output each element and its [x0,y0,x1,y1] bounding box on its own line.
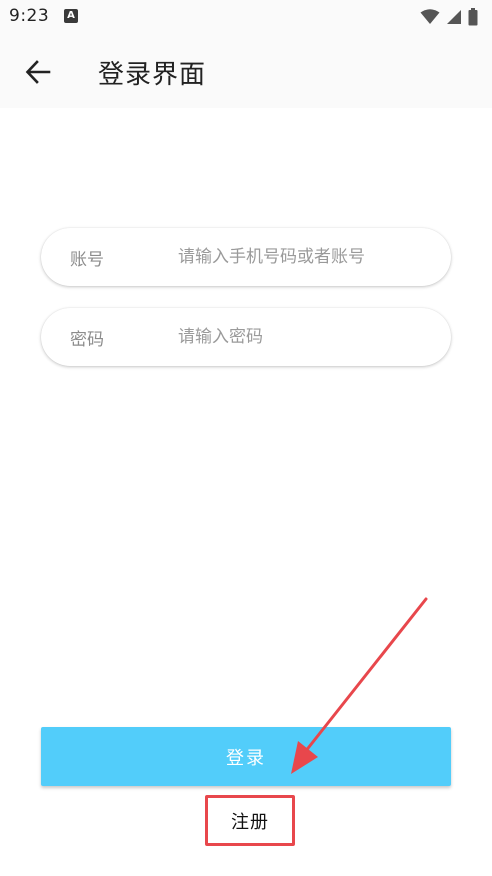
account-field[interactable]: 账号 [41,228,451,286]
wifi-icon [420,9,440,24]
signal-icon [447,10,461,24]
login-screen: 9:23 A 登录界面 账号 密码 [0,0,492,876]
arrow-left-icon [25,60,51,84]
password-field[interactable]: 密码 [41,308,451,366]
page-title: 登录界面 [98,60,207,90]
battery-icon [468,8,478,26]
password-input[interactable] [178,308,438,366]
status-bar: 9:23 A [0,0,492,34]
back-button[interactable] [14,48,62,96]
notification-icon: A [64,9,78,23]
password-label: 密码 [70,329,104,350]
status-time: 9:23 [9,6,50,26]
register-link[interactable]: 注册 [205,795,295,846]
app-bar: 登录界面 [0,34,492,108]
status-icons [420,7,478,27]
login-button[interactable]: 登录 [41,727,451,786]
account-label: 账号 [70,249,104,270]
account-input[interactable] [178,228,438,286]
